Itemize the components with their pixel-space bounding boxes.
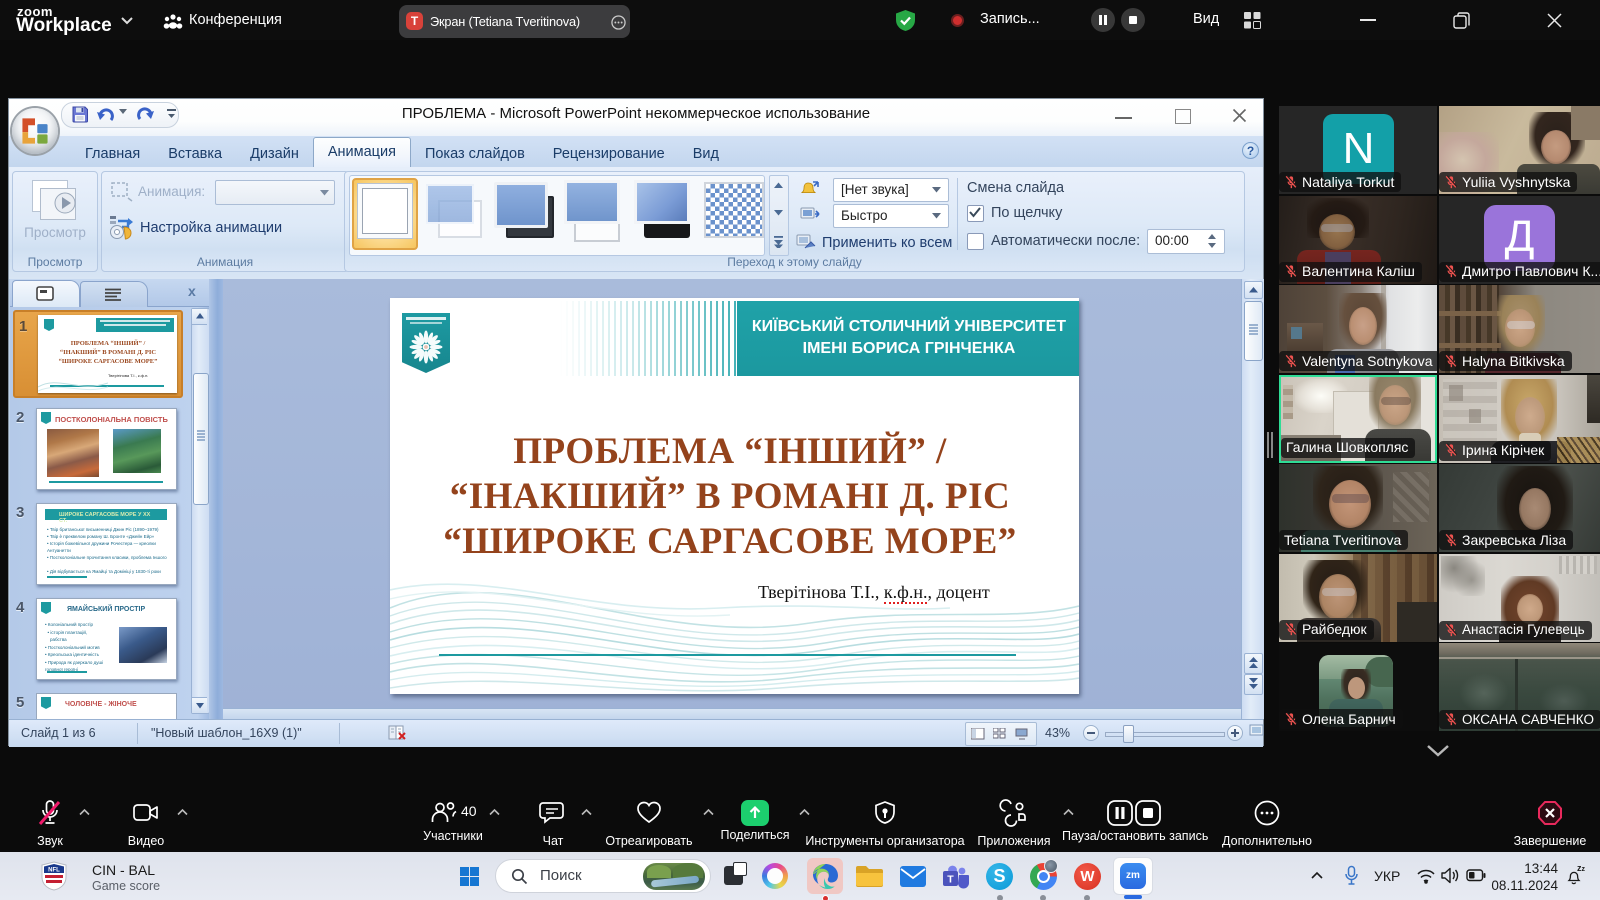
svg-text:NFL: NFL (48, 868, 60, 874)
svg-text:T: T (947, 874, 954, 886)
